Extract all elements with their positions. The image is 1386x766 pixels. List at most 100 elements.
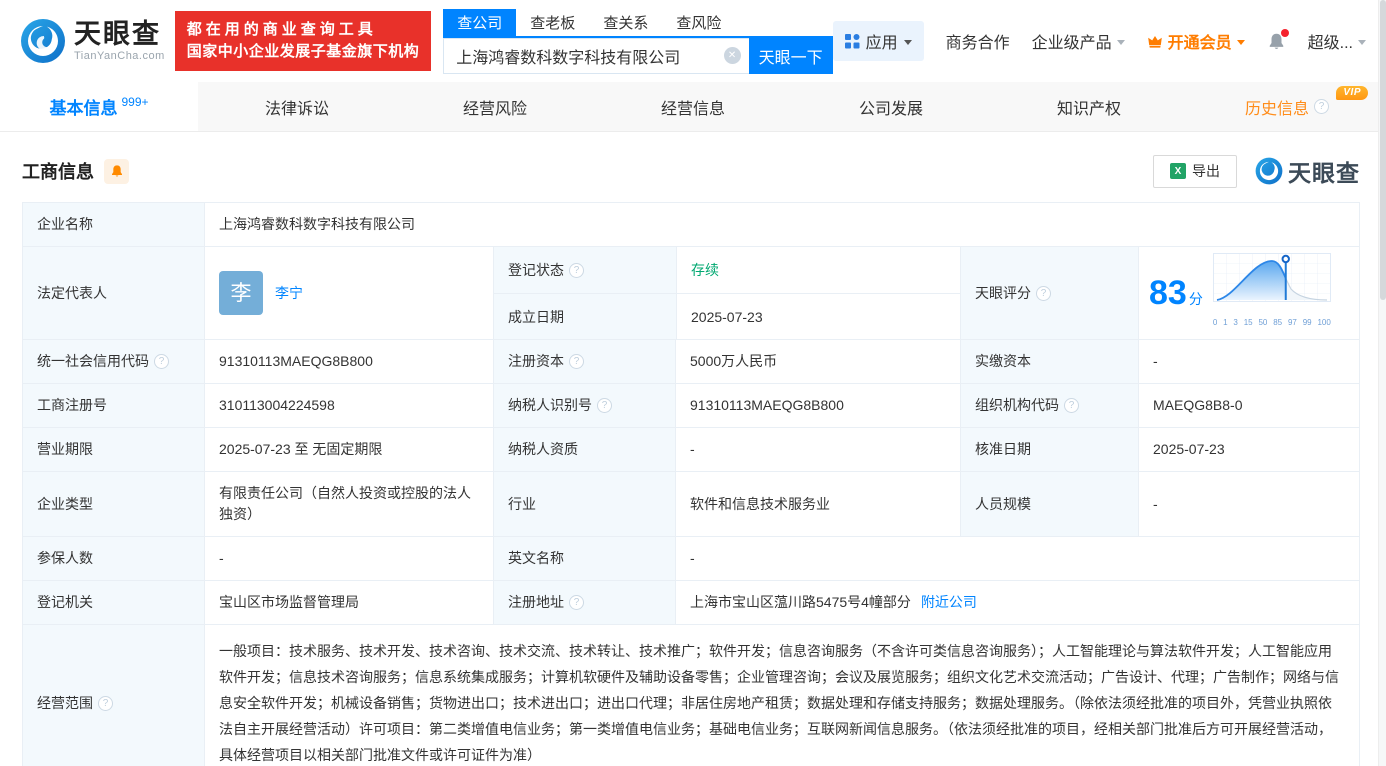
search-tab-risk[interactable]: 查风险 [662,9,735,36]
business-info-table: 企业名称 上海鸿睿数科数字科技有限公司 法定代表人 李 李宁 登记状态? 存续 … [22,202,1360,766]
help-icon[interactable]: ? [569,262,584,278]
search-input[interactable] [456,46,724,65]
table-row: 参保人数 - 英文名称 - [23,536,1359,580]
section-title: 工商信息 [22,162,94,182]
tab-history-info[interactable]: VIP 历史信息 ? [1188,82,1386,131]
apps-grid-icon [844,33,860,48]
tab-operation-info[interactable]: 经营信息 [594,82,792,131]
table-row: 工商注册号 310113004224598 纳税人识别号? 91310113MA… [23,383,1359,427]
account-menu[interactable]: 超级... [1308,29,1366,53]
nav-open-vip[interactable]: 开通会员 [1147,29,1245,53]
reg-number-value: 310113004224598 [204,384,493,427]
legal-rep-link[interactable]: 李宁 [275,283,303,304]
search-area: 查公司 查老板 查关系 查风险 ✕ 天眼一下 [443,8,833,74]
notifications-button[interactable] [1267,28,1289,51]
english-name-label: 英文名称 [493,537,675,580]
export-button[interactable]: X 导出 [1153,154,1237,188]
score-distribution-chart: 0 1 3 15 50 85 97 99 100 [1212,253,1331,333]
tab-intellectual-property[interactable]: 知识产权 [990,82,1188,131]
search-button[interactable]: 天眼一下 [748,37,833,74]
help-icon[interactable]: ? [569,354,584,369]
bell-icon [111,165,122,177]
staff-size-label: 人员规模 [960,472,1138,536]
help-icon[interactable]: ? [1314,99,1329,114]
watermark-brand: 天眼查 [1288,160,1360,186]
reg-address-cell: 上海市宝山区蕰川路5475号4幢部分 附近公司 [675,581,1359,624]
tianyancha-watermark: 天眼查 [1255,154,1360,188]
score-cell: 83 分 0 1 3 15 50 85 97 99 100 [1138,247,1359,339]
nav-enterprise-products[interactable]: 企业级产品 [1032,29,1125,53]
business-scope-value: 一般项目：技术服务、技术开发、技术咨询、技术交流、技术转让、技术推广；软件开发；… [204,625,1359,766]
scrollbar[interactable] [1378,0,1386,766]
business-scope-label: 经营范围? [23,625,204,766]
apps-menu-button[interactable]: 应用 [832,21,924,61]
search-tab-relation[interactable]: 查关系 [589,9,662,36]
reg-authority-value: 宝山区市场监督管理局 [204,581,493,624]
paid-capital-label: 实缴资本 [960,340,1138,383]
table-row: 企业名称 上海鸿睿数科数字科技有限公司 [23,203,1359,246]
help-icon[interactable]: ? [1036,285,1051,301]
tab-legal-proceedings[interactable]: 法律诉讼 [198,82,396,131]
company-name-label: 企业名称 [23,203,204,246]
establish-date-label: 成立日期 [494,293,676,339]
industry-value: 软件和信息技术服务业 [675,472,960,536]
vip-badge: VIP [1336,86,1368,100]
company-type-value: 有限责任公司（自然人投资或控股的法人独资） [204,472,493,536]
search-tab-company[interactable]: 查公司 [443,8,517,36]
company-section-tabs: 基本信息 999+ 法律诉讼 经营风险 经营信息 公司发展 知识产权 VIP 历… [0,82,1386,132]
help-icon[interactable]: ? [154,354,169,369]
brand-name: 天眼查 [74,19,161,49]
help-icon[interactable]: ? [597,398,612,413]
taxpayer-id-label: 纳税人识别号? [493,384,675,427]
legal-rep-avatar[interactable]: 李 [219,271,263,315]
reg-address-label: 注册地址? [493,581,675,624]
reg-status-value: 存续 [676,247,960,293]
tab-basic-info[interactable]: 基本信息 999+ [0,82,198,131]
legal-rep-cell: 李 李宁 [204,247,493,339]
chevron-down-icon [1358,39,1366,45]
tianyancha-logo[interactable]: 天眼查 TianYanCha.com [20,18,165,64]
staff-size-value: - [1138,472,1359,536]
industry-label: 行业 [493,472,675,536]
help-icon[interactable]: ? [98,695,113,711]
excel-icon: X [1170,163,1186,179]
establish-date-value: 2025-07-23 [676,293,960,339]
score-label: 天眼评分? [960,247,1138,339]
notification-dot [1280,28,1289,37]
brand-domain: TianYanCha.com [74,50,165,62]
org-code-label: 组织机构代码? [960,384,1138,427]
apps-label: 应用 [865,35,898,52]
table-row: 法定代表人 李 李宁 登记状态? 存续 成立日期 2025-07-23 天眼评分… [23,246,1359,339]
chevron-down-icon [1116,39,1125,45]
section-head: 工商信息 X 导出 天眼查 [22,154,1360,188]
nearby-companies-link[interactable]: 附近公司 [921,592,977,613]
crown-icon [1147,36,1162,48]
chevron-down-icon [1236,39,1245,45]
taxpayer-id-value: 91310113MAEQG8B800 [675,384,960,427]
search-tab-boss[interactable]: 查老板 [516,9,589,36]
credit-code-label: 统一社会信用代码? [23,340,204,383]
reg-address-value: 上海市宝山区蕰川路5475号4幢部分 [690,594,911,610]
help-icon[interactable]: ? [569,595,584,610]
table-row: 统一社会信用代码? 91310113MAEQG8B800 注册资本? 5000万… [23,339,1359,383]
table-row: 企业类型 有限责任公司（自然人投资或控股的法人独资） 行业 软件和信息技术服务业… [23,471,1359,536]
scrollbar-thumb[interactable] [1380,0,1386,300]
search-box: ✕ [443,37,749,74]
insured-count-value: - [204,537,493,580]
top-header: 天眼查 TianYanCha.com 都在用的商业查询工具 国家中小企业发展子基… [0,0,1386,82]
tab-company-development[interactable]: 公司发展 [792,82,990,131]
taxpayer-quality-label: 纳税人资质 [493,428,675,471]
tab-operation-risk[interactable]: 经营风险 [396,82,594,131]
company-type-label: 企业类型 [23,472,204,536]
business-term-label: 营业期限 [23,428,204,471]
monitor-bell-button[interactable] [104,158,129,184]
tianyancha-logo-icon [21,19,65,63]
clear-search-icon[interactable]: ✕ [723,47,741,64]
business-term-value: 2025-07-23 至 无固定期限 [204,428,493,471]
credit-code-value: 91310113MAEQG8B800 [204,340,493,383]
nav-business-cooperation[interactable]: 商务合作 [946,29,1010,53]
basic-info-count-badge: 999+ [121,94,149,109]
english-name-value: - [675,537,1359,580]
chevron-down-icon [903,39,912,45]
help-icon[interactable]: ? [1064,398,1079,413]
